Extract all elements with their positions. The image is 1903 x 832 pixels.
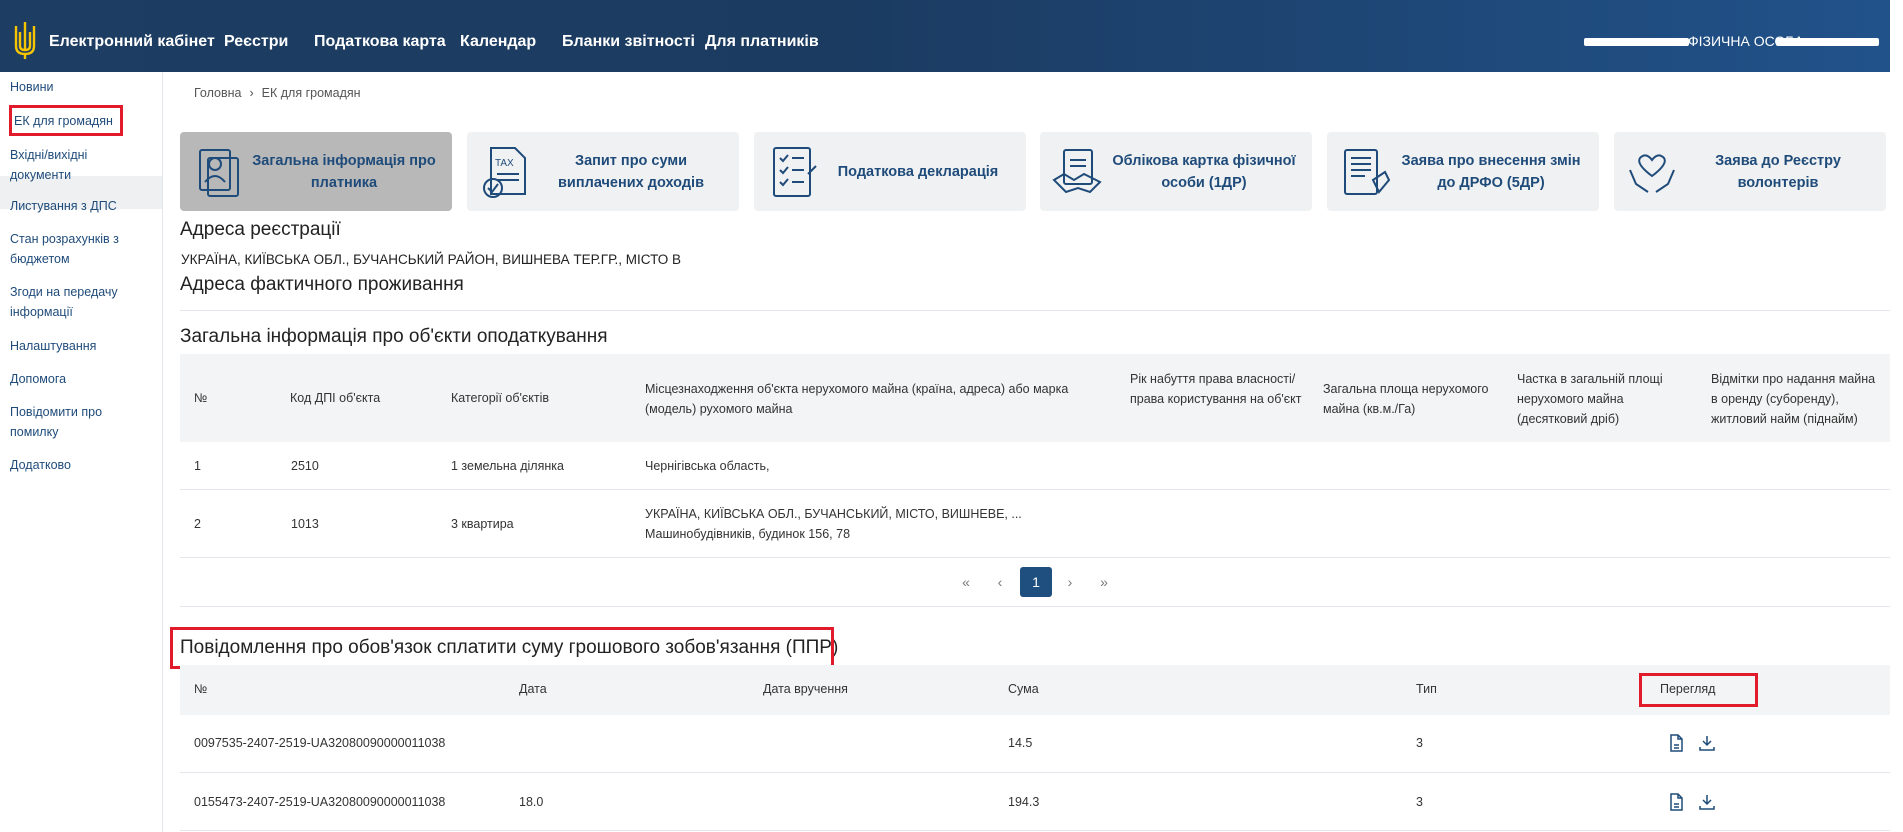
sidebar-item-documents[interactable]: Вхідні/вихідні документи [10,145,150,185]
trident-logo-icon[interactable] [12,20,38,60]
nav-for-payers[interactable]: Для платників [705,33,819,51]
row-divider [180,830,1890,831]
col-sum: Сума [1008,682,1039,696]
page-prev[interactable]: ‹ [984,567,1016,597]
svg-text:TAX: TAX [495,158,514,169]
highlight-view-column [1639,673,1758,707]
col-number: № [194,391,208,405]
col-delivery-date: Дата вручення [763,682,848,696]
sidebar-item-news[interactable]: Новини [10,77,150,97]
form-hand-icon [1344,149,1391,195]
card-income-request[interactable]: TAX Запит про суми виплачених доходів [467,132,739,211]
redacted-id [1776,38,1879,46]
card-tax-declaration[interactable]: Податкова декларація [754,132,1026,211]
sidebar-item-additional[interactable]: Додатково [10,455,150,475]
top-header: Електронний кабінет Реєстри Податкова ка… [0,0,1890,72]
cell-code: 1013 [291,517,319,531]
sidebar-item-budget-status[interactable]: Стан розрахунків з бюджетом [10,229,150,269]
breadcrumb: Головна › ЕК для громадян [194,86,361,100]
col-date: Дата [519,682,547,696]
col-share: Частка в загальній площі нерухомого майн… [1517,372,1663,426]
sidebar-item-help[interactable]: Допомога [10,369,150,389]
nav-report-forms[interactable]: Бланки звітності [562,33,695,51]
divider [180,310,1890,311]
scrollbar-track[interactable] [1890,0,1903,832]
download-icon[interactable] [1698,734,1716,752]
col-ppr-number: № [194,682,208,696]
cell-location-line2: Машинобудівників, будинок 156, 78 [645,527,851,541]
sidebar: Новини ЕК для громадян Вхідні/вихідні до… [0,72,163,832]
page-first[interactable]: « [950,567,982,597]
sidebar-item-consents[interactable]: Згоди на передачу інформації [10,282,150,322]
card-label: Облікова картка фізичної особи (1ДР) [1112,152,1296,191]
redacted-address [1120,256,1180,265]
card-label: Податкова декларація [837,163,999,180]
col-area: Загальна площа нерухомого майна (кв.м./Г… [1323,382,1489,416]
breadcrumb-home[interactable]: Головна [194,86,242,100]
col-type: Тип [1416,682,1437,696]
card-5dr[interactable]: Заява про внесення змін до ДРФО (5ДР) [1327,132,1599,211]
col-dpi-code: Код ДПІ об'єкта [290,391,381,405]
volunteer-hands-icon [1629,154,1675,193]
row-divider [180,772,1890,773]
col-acquisition-year: Рік набуття права власності/ права корис… [1130,372,1302,406]
row-divider [180,557,1890,558]
divider [180,606,1890,607]
handshake-document-icon [1052,149,1102,194]
sidebar-item-correspondence[interactable]: Листування з ДПС [10,196,150,216]
card-label: Заява про внесення змін до ДРФО (5ДР) [1401,152,1581,191]
breadcrumb-current: ЕК для громадян [261,86,361,100]
nav-calendar[interactable]: Календар [460,33,536,51]
redacted-name [1584,38,1689,46]
cell-code: 2510 [291,459,319,473]
highlight-ppr-title [170,627,834,669]
cell-ppr-number: 0155473-2407-2519-UA32080090000011038 [194,795,446,809]
card-label: Заява до Реєстру волонтерів [1715,152,1841,191]
chevron-right-icon: › [249,86,254,100]
page-last[interactable]: » [1088,567,1120,597]
highlight-sidebar [9,105,123,136]
cell-type: 3 [1416,736,1423,750]
cell-type: 3 [1416,795,1423,809]
checklist-icon [773,147,817,197]
page-1[interactable]: 1 [1020,567,1052,597]
download-icon[interactable] [1698,793,1716,811]
brand-title[interactable]: Електронний кабінет [49,33,215,51]
col-location: Місцезнаходження об'єкта нерухомого майн… [645,382,1069,416]
cell-location: Чернігівська область, [645,459,770,473]
cell-sum: 194.3 [1008,795,1040,809]
registration-address: УКРАЇНА, КИЇВСЬКА ОБЛ., БУЧАНСЬКИЙ РАЙОН… [181,252,682,267]
cell-number: 1 [194,459,201,473]
cell-category: 1 земельна ділянка [451,459,564,473]
card-volunteers[interactable]: Заява до Реєстру волонтерів [1614,132,1886,211]
nav-tax-map[interactable]: Податкова карта [314,33,446,51]
cell-number: 2 [194,517,201,531]
col-category: Категорії об'єктів [451,391,550,405]
cell-sum: 14.5 [1008,736,1033,750]
cell-category: 3 квартира [451,517,514,531]
pdf-document-icon[interactable] [1667,734,1685,752]
registration-title: Адреса реєстрації [180,219,341,240]
row-divider [180,489,1890,490]
sidebar-item-report-error[interactable]: Повідомити про помилку [10,402,150,442]
objects-title: Загальна інформація про об'єкти оподатку… [180,326,608,347]
card-general-info[interactable]: Загальна інформація про платника [180,132,452,211]
person-card-icon [199,149,239,197]
card-label: Запит про суми виплачених доходів [558,152,704,191]
card-label: Загальна інформація про платника [252,152,436,191]
col-lease: Відмітки про надання майна в оренду (суб… [1711,372,1876,426]
cell-date: 18.0 [519,795,544,809]
pdf-document-icon[interactable] [1667,793,1685,811]
nav-registries[interactable]: Реєстри [224,33,288,51]
cell-location: УКРАЇНА, КИЇВСЬКА ОБЛ., БУЧАНСЬКИЙ, МІСТ… [645,507,1022,521]
cell-ppr-number: 0097535-2407-2519-UA32080090000011038 [194,736,446,750]
actual-address-title: Адреса фактичного проживання [180,274,464,295]
card-1dr[interactable]: Облікова картка фізичної особи (1ДР) [1040,132,1312,211]
page-next[interactable]: › [1054,567,1086,597]
tax-document-icon: TAX [483,147,526,198]
sidebar-item-settings[interactable]: Налаштування [10,336,150,356]
